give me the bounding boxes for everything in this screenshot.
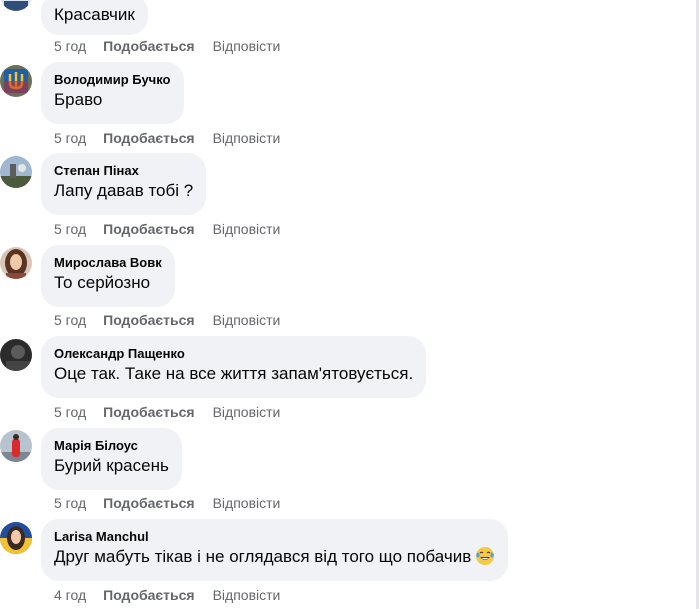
comment-bubble: Мирослава Вовк То серйозно [41,245,175,307]
like-button[interactable]: Подобається [103,403,194,421]
reply-button[interactable]: Відповісти [213,37,281,55]
like-button[interactable]: Подобається [103,129,194,147]
trident-avatar-image [0,65,32,97]
comment-bubble: Красавчик [41,0,148,35]
comment-text: Бурий красень [54,456,169,475]
like-button[interactable]: Подобається [103,220,194,238]
comment-time[interactable]: 5 год [54,403,86,421]
avatar-image [0,0,32,11]
comment-bubble: Larisa Manchul Друг мабуть тікав і не ог… [41,519,509,581]
comment-actions: 5 год Подобається Відповісти [54,220,280,238]
woman-yellow-blue-avatar-image [0,522,32,554]
reply-button[interactable]: Відповісти [213,311,281,329]
comment-text: Красавчик [54,5,135,24]
comment-bubble: Степан Пінах Лапу давав тобі ? [41,153,207,215]
comment-actions: 5 год Подобається Відповісти [54,311,280,329]
comment-bubble: Олександр Пащенко Оце так. Таке на все ж… [41,336,427,398]
comment-time[interactable]: 5 год [54,494,86,512]
reply-button[interactable]: Відповісти [213,129,281,147]
like-button[interactable]: Подобається [103,586,194,604]
comment-actions: 5 год Подобається Відповісти [54,403,280,421]
reply-button[interactable]: Відповісти [213,220,281,238]
landscape-avatar-image [0,156,32,188]
comment-time[interactable]: 5 год [54,220,86,238]
avatar[interactable] [0,430,32,462]
reply-button[interactable]: Відповісти [213,403,281,421]
avatar[interactable] [0,65,32,97]
comment-actions: 4 год Подобається Відповісти [54,586,280,604]
avatar[interactable] [0,0,32,11]
comment-author[interactable]: Олександр Пащенко [54,345,413,362]
comment-text: То серйозно [54,273,151,292]
comment-author[interactable]: Володимир Бучко [54,71,171,88]
comment-time[interactable]: 5 год [54,37,86,55]
comment-actions: 5 год Подобається Відповісти [54,494,280,512]
comment-actions: 5 год Подобається Відповісти [54,129,280,147]
comment-time[interactable]: 5 год [54,129,86,147]
like-button[interactable]: Подобається [103,494,194,512]
avatar[interactable] [0,522,32,554]
like-button[interactable]: Подобається [103,311,194,329]
laughing-tears-emoji-icon [476,547,495,565]
dark-portrait-avatar-image [0,339,32,371]
comment-time[interactable]: 4 год [54,586,86,604]
avatar[interactable] [0,247,32,279]
avatar[interactable] [0,339,32,371]
reply-button[interactable]: Відповісти [213,586,281,604]
like-button[interactable]: Подобається [103,37,194,55]
comment-author[interactable]: Марія Білоус [54,437,169,454]
comment-time[interactable]: 5 год [54,311,86,329]
comment-author[interactable]: Степан Пінах [54,162,193,179]
comment-text-content: Друг мабуть тікав і не оглядався від тог… [54,547,472,566]
comment-actions: 5 год Подобається Відповісти [54,37,280,55]
reply-button[interactable]: Відповісти [213,494,281,512]
comment-author[interactable]: Мирослава Вовк [54,254,162,271]
comment-author[interactable]: Larisa Manchul [54,528,495,545]
comment-bubble: Марія Білоус Бурий красень [41,428,182,490]
comment-text: Друг мабуть тікав і не оглядався від тог… [54,546,495,568]
comment-text: Лапу давав тобі ? [54,181,194,200]
comment-bubble: Володимир Бучко Браво [41,62,184,124]
comment-text: Браво [54,90,103,109]
comment-text: Оце так. Таке на все життя запам'ятовуєт… [54,364,414,383]
avatar[interactable] [0,156,32,188]
red-figure-avatar-image [0,430,32,462]
woman-portrait-avatar-image [0,247,32,279]
